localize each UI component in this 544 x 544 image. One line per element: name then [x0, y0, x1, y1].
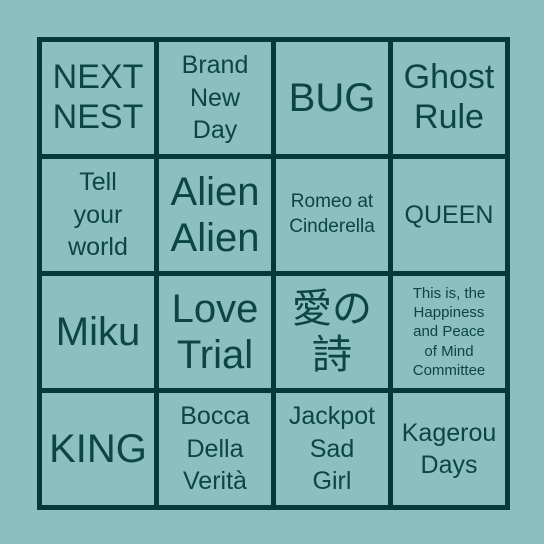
bingo-cell[interactable]: 愛の 詩: [276, 276, 388, 388]
bingo-cell[interactable]: Miku: [42, 276, 154, 388]
bingo-cell[interactable]: QUEEN: [393, 159, 505, 271]
bingo-cell[interactable]: Jackpot Sad Girl: [276, 393, 388, 505]
bingo-cell[interactable]: Brand New Day: [159, 42, 271, 154]
bingo-cell[interactable]: This is, the Happiness and Peace of Mind…: [393, 276, 505, 388]
bingo-cell[interactable]: Kagerou Days: [393, 393, 505, 505]
bingo-cell[interactable]: NEXT NEST: [42, 42, 154, 154]
bingo-cell[interactable]: Ghost Rule: [393, 42, 505, 154]
bingo-cell[interactable]: KING: [42, 393, 154, 505]
bingo-cell[interactable]: Bocca Della Verità: [159, 393, 271, 505]
bingo-cell[interactable]: Tell your world: [42, 159, 154, 271]
bingo-cell[interactable]: Love Trial: [159, 276, 271, 388]
bingo-cell[interactable]: BUG: [276, 42, 388, 154]
bingo-cell[interactable]: Romeo at Cinderella: [276, 159, 388, 271]
bingo-grid: NEXT NEST Brand New Day BUG Ghost Rule T…: [37, 37, 510, 510]
bingo-cell[interactable]: Alien Alien: [159, 159, 271, 271]
